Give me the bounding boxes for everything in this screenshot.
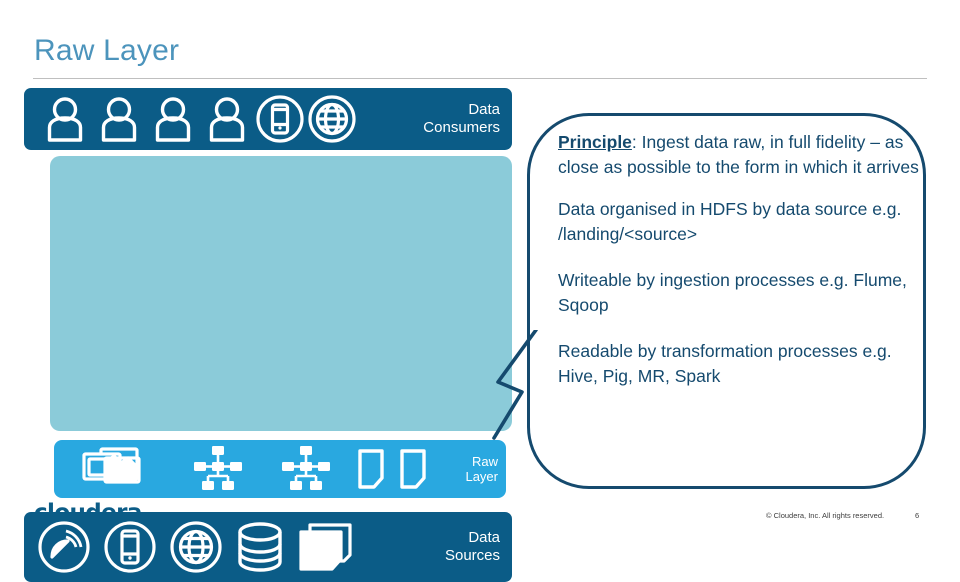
band-data-consumers: Data Consumers [24, 88, 512, 150]
principle-callout: Principle: Ingest data raw, in full fide… [527, 113, 926, 489]
copyright-notice: © Cloudera, Inc. All rights reserved. [766, 511, 885, 520]
callout-paragraph-readable: Readable by transformation processes e.g… [558, 341, 892, 386]
callout-paragraph-writeable: Writeable by ingestion processes e.g. Fl… [558, 270, 907, 315]
band-data-sources: Data Sources [24, 512, 512, 582]
layer-diagram: Data Consumers Raw Layer Data Sources [24, 88, 512, 582]
sources-icon-row [24, 512, 445, 582]
band-raw-layer: Raw Layer [54, 440, 506, 498]
mobile-phone-circle-icon [102, 519, 158, 575]
consumers-icon-row [24, 88, 423, 150]
callout-paragraph-organisation: Data organised in HDFS by data source e.… [558, 199, 902, 244]
page-title: Raw Layer [34, 34, 180, 67]
file-icon [392, 448, 434, 490]
band-label-data-consumers: Data Consumers [423, 101, 500, 136]
globe-circle-icon [306, 94, 358, 144]
stacked-documents-icon [66, 446, 174, 492]
page-number: 6 [915, 511, 920, 520]
file-icon [350, 448, 392, 490]
band-label-raw-layer: Raw Layer [465, 453, 498, 484]
person-icon [38, 96, 92, 142]
person-icon [92, 96, 146, 142]
callout-text-body: Principle: Ingest data raw, in full fide… [558, 130, 926, 388]
callout-paragraph-principle: Principle: Ingest data raw, in full fide… [558, 130, 926, 179]
platform-backdrop [50, 156, 512, 431]
raw-layer-icon-row [54, 440, 465, 498]
principle-keyword: Principle [558, 132, 632, 152]
title-divider [33, 78, 927, 79]
band-label-data-sources: Data Sources [444, 529, 500, 564]
globe-circle-icon [168, 519, 224, 575]
cluster-nodes-icon [262, 445, 350, 493]
person-icon [146, 96, 200, 142]
slide-canvas: Raw Layer Data Consumers Raw Layer Data … [0, 0, 960, 582]
satellite-dish-circle-icon [36, 519, 92, 575]
person-icon [200, 96, 254, 142]
mobile-phone-circle-icon [254, 94, 306, 144]
cluster-nodes-icon [174, 445, 262, 493]
document-page-icon [296, 521, 356, 573]
database-cylinder-icon [234, 520, 286, 574]
